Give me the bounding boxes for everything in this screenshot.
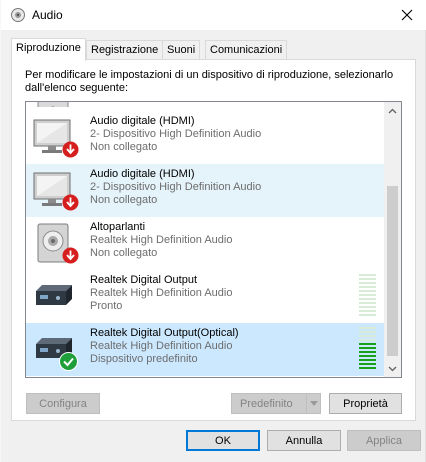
- meter-segment: [359, 359, 376, 361]
- chevron-down-icon: [309, 401, 318, 406]
- tab-playback[interactable]: Riproduzione: [11, 38, 86, 61]
- playback-panel: Per modificare le impostazioni di un dis…: [11, 59, 416, 421]
- volume-meter: [359, 272, 376, 316]
- meter-segment: [359, 335, 376, 337]
- device-driver: Realtek High Definition Audio: [90, 340, 233, 352]
- meter-segment: [359, 331, 376, 333]
- meter-segment: [359, 367, 376, 369]
- apply-button[interactable]: Applica: [347, 430, 421, 451]
- configure-button[interactable]: Configura: [26, 393, 100, 414]
- device-name: Realtek Digital Output(Optical): [90, 327, 239, 339]
- meter-segment: [359, 339, 376, 341]
- device-status: Non collegato: [90, 247, 158, 259]
- properties-button[interactable]: Proprietà: [329, 393, 402, 414]
- tab-communications[interactable]: Comunicazioni: [205, 40, 288, 60]
- vertical-scrollbar[interactable]: [384, 102, 401, 377]
- meter-segment: [359, 286, 376, 288]
- device-list[interactable]: Audio digitale (HDMI) 2- Dispositivo Hig…: [25, 101, 402, 378]
- set-default-split-button[interactable]: Predefinito: [231, 393, 321, 414]
- scroll-up-button[interactable]: [384, 102, 401, 119]
- device-name: Altoparlanti: [90, 221, 146, 233]
- device-row[interactable]: Altoparlanti Realtek High Definition Aud…: [26, 217, 384, 270]
- close-button[interactable]: [387, 0, 426, 30]
- ok-button[interactable]: OK: [186, 430, 260, 451]
- chevron-down-icon: [388, 366, 397, 371]
- meter-segment: [359, 310, 376, 312]
- audio-dialog: Audio Riproduzione Registrazione Suoni C…: [0, 0, 426, 462]
- device-driver: Realtek High Definition Audio: [90, 287, 233, 299]
- device-status: Non collegato: [90, 194, 158, 206]
- device-name: Audio digitale (HDMI): [90, 115, 195, 127]
- meter-segment: [359, 327, 376, 329]
- digital-output-icon: [32, 275, 78, 319]
- window-title: Audio: [32, 8, 63, 22]
- meter-segment: [359, 282, 376, 284]
- device-status: Pronto: [90, 300, 123, 312]
- title-bar: Audio: [1, 0, 426, 30]
- meter-segment: [359, 351, 376, 353]
- device-row[interactable]: Audio digitale (HDMI) 2- Dispositivo Hig…: [26, 111, 384, 164]
- device-status: Non collegato: [90, 141, 158, 153]
- default-check-icon: [59, 352, 78, 374]
- scroll-thumb[interactable]: [387, 186, 398, 356]
- device-driver: Realtek High Definition Audio: [90, 234, 233, 246]
- set-default-label: Predefinito: [240, 397, 293, 410]
- meter-segment: [359, 314, 376, 316]
- instructions-text: Per modificare le impostazioni di un dis…: [25, 69, 394, 94]
- meter-segment: [359, 278, 376, 280]
- chevron-up-icon: [388, 108, 397, 113]
- device-name: Realtek Digital Output: [90, 274, 197, 286]
- tab-sounds[interactable]: Suoni: [162, 40, 201, 60]
- volume-meter: [359, 325, 376, 369]
- meter-segment: [359, 363, 376, 365]
- meter-segment: [359, 274, 376, 276]
- speaker-app-icon: [10, 7, 26, 23]
- meter-segment: [359, 302, 376, 304]
- disconnected-icon: [62, 194, 79, 214]
- device-driver: 2- Dispositivo High Definition Audio: [90, 181, 262, 193]
- meter-segment: [359, 298, 376, 300]
- cancel-button[interactable]: Annulla: [267, 430, 341, 451]
- tab-recording[interactable]: Registrazione: [86, 40, 164, 60]
- device-row[interactable]: Audio digitale (HDMI) 2- Dispositivo Hig…: [26, 164, 384, 217]
- meter-segment: [359, 306, 376, 308]
- meter-segment: [359, 343, 376, 345]
- meter-segment: [359, 290, 376, 292]
- set-default-dropdown[interactable]: [306, 394, 320, 413]
- device-status: Dispositivo predefinito: [90, 353, 198, 365]
- device-name: Audio digitale (HDMI): [90, 168, 195, 180]
- device-row[interactable]: Realtek Digital Output Realtek High Defi…: [26, 270, 384, 323]
- close-icon: [401, 9, 413, 21]
- disconnected-icon: [62, 141, 79, 161]
- speaker-icon: [32, 102, 78, 112]
- meter-segment: [359, 347, 376, 349]
- meter-segment: [359, 355, 376, 357]
- scroll-down-button[interactable]: [384, 360, 401, 377]
- device-row-partial[interactable]: [26, 102, 384, 112]
- meter-segment: [359, 294, 376, 296]
- device-row-selected[interactable]: Realtek Digital Output(Optical) Realtek …: [26, 323, 384, 376]
- device-driver: 2- Dispositivo High Definition Audio: [90, 128, 262, 140]
- disconnected-icon: [62, 247, 79, 267]
